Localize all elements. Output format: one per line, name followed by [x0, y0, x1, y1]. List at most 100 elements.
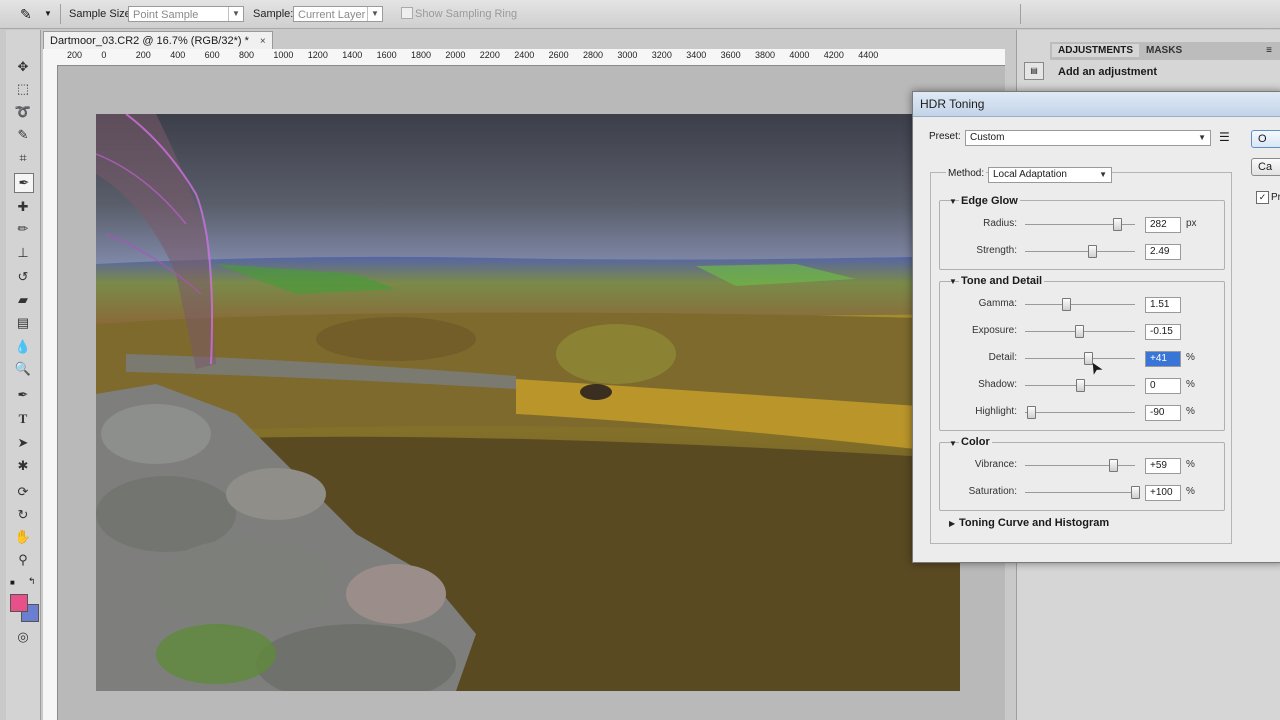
- healing-brush-tool-icon[interactable]: ✚: [14, 198, 32, 216]
- ruler-tick-label: 0: [101, 50, 107, 60]
- document-tab[interactable]: Dartmoor_03.CR2 @ 16.7% (RGB/32*) * ×: [43, 31, 273, 50]
- show-sampling-ring-checkbox[interactable]: [401, 7, 413, 19]
- gamma-slider-track[interactable]: [1025, 304, 1135, 305]
- ruler-horizontal: 200 0 200 400 600 800 1000 1200 1400 1600 1800 2000…: [43, 49, 1005, 66]
- ruler-tick-label: 3600: [720, 50, 741, 60]
- highlight-slider-track[interactable]: [1025, 412, 1135, 413]
- vibrance-slider-track[interactable]: [1025, 465, 1135, 466]
- detail-value-field[interactable]: +41: [1145, 351, 1181, 367]
- vibrance-slider-thumb[interactable]: [1109, 459, 1118, 472]
- ruler-tick-label: 4400: [858, 50, 879, 60]
- vibrance-value-field[interactable]: +59: [1145, 458, 1181, 474]
- collapse-triangle-icon[interactable]: ▼: [949, 197, 957, 206]
- radius-slider-thumb[interactable]: [1113, 218, 1123, 231]
- toning-curve-title[interactable]: Toning Curve and Histogram: [959, 517, 1109, 529]
- type-tool-icon[interactable]: T: [14, 410, 32, 428]
- cancel-button-label: Ca: [1258, 161, 1273, 173]
- tab-masks[interactable]: MASKS: [1140, 44, 1188, 57]
- close-icon[interactable]: ×: [260, 36, 266, 47]
- default-colors-icon[interactable]: ■: [10, 578, 15, 587]
- ruler-vertical: [43, 65, 58, 720]
- zoom-tool-icon[interactable]: ⚲: [14, 551, 32, 569]
- eyedropper-icon[interactable]: ✎: [20, 5, 38, 23]
- strength-slider-thumb[interactable]: [1088, 245, 1098, 258]
- lasso-tool-icon[interactable]: ➰: [14, 103, 32, 121]
- quick-select-tool-icon[interactable]: ✎: [14, 126, 32, 144]
- move-tool-icon[interactable]: ✥: [14, 58, 32, 76]
- saturation-slider-track[interactable]: [1025, 492, 1135, 493]
- exposure-label: Exposure:: [971, 325, 1017, 336]
- 3d-rotate-tool-icon[interactable]: ⟳: [14, 483, 32, 501]
- preview-checkbox[interactable]: ✓: [1256, 191, 1269, 204]
- gradient-tool-icon[interactable]: ▤: [14, 314, 32, 332]
- quick-mask-icon[interactable]: ◎: [14, 628, 32, 646]
- panel-tab-bar: ADJUSTMENTS MASKS ≡: [1050, 42, 1280, 60]
- adjustments-panel-icon[interactable]: ▤: [1024, 62, 1044, 80]
- ruler-tick-label: 1800: [411, 50, 432, 60]
- preset-value: Custom: [970, 132, 1005, 143]
- panel-menu-icon[interactable]: ≡: [1266, 45, 1272, 56]
- pen-tool-icon[interactable]: ✒: [14, 386, 32, 404]
- expand-triangle-icon[interactable]: ▶: [949, 519, 955, 528]
- radius-value-field[interactable]: 282: [1145, 217, 1181, 233]
- cancel-button[interactable]: Ca: [1251, 158, 1280, 176]
- dialog-title-bar[interactable]: HDR Toning: [913, 92, 1280, 117]
- preset-select[interactable]: Custom ▼: [965, 130, 1211, 146]
- highlight-unit: %: [1186, 406, 1195, 417]
- ruler-tick-label: 1000: [273, 50, 294, 60]
- detail-slider-track[interactable]: [1025, 358, 1135, 359]
- shadow-slider-thumb[interactable]: [1076, 379, 1085, 392]
- ok-button[interactable]: O: [1251, 130, 1280, 148]
- color-title[interactable]: Color: [959, 436, 992, 448]
- sample-value: Current Layer: [298, 9, 366, 21]
- edge-glow-title[interactable]: Edge Glow: [959, 195, 1020, 207]
- path-select-tool-icon[interactable]: ➤: [14, 434, 32, 452]
- history-brush-tool-icon[interactable]: ↺: [14, 268, 32, 286]
- foreground-color-swatch[interactable]: [10, 594, 28, 612]
- shape-tool-icon[interactable]: ✱: [14, 457, 32, 475]
- sample-select[interactable]: Current Layer ▼: [293, 6, 383, 22]
- ruler-tick-label: 400: [170, 50, 186, 60]
- saturation-label: Saturation:: [968, 486, 1017, 497]
- highlight-value-field[interactable]: -90: [1145, 405, 1181, 421]
- blur-tool-icon[interactable]: 💧: [14, 338, 32, 356]
- collapse-triangle-icon[interactable]: ▼: [949, 439, 957, 448]
- shadow-label: Shadow:: [978, 379, 1017, 390]
- tab-adjustments[interactable]: ADJUSTMENTS: [1052, 44, 1140, 57]
- document-image[interactable]: [96, 114, 960, 691]
- gamma-value-field[interactable]: 1.51: [1145, 297, 1181, 313]
- strength-value-field[interactable]: 2.49: [1145, 244, 1181, 260]
- saturation-value-field[interactable]: +100: [1145, 485, 1181, 501]
- 3d-orbit-tool-icon[interactable]: ↻: [14, 506, 32, 524]
- hdr-toning-dialog: HDR Toning Preset: Custom ▼ ☰ O Ca ✓ Pr …: [912, 91, 1280, 563]
- exposure-value-field[interactable]: -0.15: [1145, 324, 1181, 340]
- eraser-tool-icon[interactable]: ▰: [14, 291, 32, 309]
- sample-size-select[interactable]: Point Sample ▼: [128, 6, 244, 22]
- collapse-triangle-icon[interactable]: ▼: [949, 277, 957, 286]
- tone-detail-title[interactable]: Tone and Detail: [959, 275, 1045, 287]
- ruler-tick-label: 1400: [342, 50, 363, 60]
- clone-stamp-tool-icon[interactable]: ⊥: [14, 244, 32, 262]
- preview-label: Pr: [1271, 192, 1280, 203]
- brush-tool-icon[interactable]: ✏: [14, 220, 32, 238]
- ruler-tick-label: 200: [67, 50, 83, 60]
- shadow-value-field[interactable]: 0: [1145, 378, 1181, 394]
- preset-options-icon[interactable]: ☰: [1219, 130, 1230, 144]
- exposure-slider-thumb[interactable]: [1074, 325, 1084, 338]
- method-select[interactable]: Local Adaptation ▼: [988, 167, 1112, 183]
- saturation-slider-thumb[interactable]: [1131, 486, 1140, 499]
- crop-tool-icon[interactable]: ⌗: [14, 149, 32, 167]
- tool-preset-arrow-icon[interactable]: ▼: [44, 9, 52, 18]
- ruler-tick-label: 200: [135, 50, 151, 60]
- highlight-slider-thumb[interactable]: [1026, 406, 1036, 419]
- saturation-unit: %: [1186, 486, 1195, 497]
- color-group: [939, 442, 1225, 511]
- marquee-tool-icon[interactable]: ⬚: [14, 80, 32, 98]
- gamma-slider-thumb[interactable]: [1061, 298, 1071, 311]
- hand-tool-icon[interactable]: ✋: [14, 528, 32, 546]
- eyedropper-tool-icon[interactable]: ✒: [14, 173, 34, 193]
- dodge-tool-icon[interactable]: 🔍: [14, 360, 32, 378]
- toolbox: ✥ ⬚ ➰ ✎ ⌗ ✒ ✚ ✏ ⊥ ↺ ▰ ▤ 💧 🔍 ✒ T ➤ ✱ ⟳ ↻ …: [6, 30, 41, 720]
- swap-colors-icon[interactable]: ↰: [28, 576, 36, 587]
- strength-slider-track[interactable]: [1025, 251, 1135, 252]
